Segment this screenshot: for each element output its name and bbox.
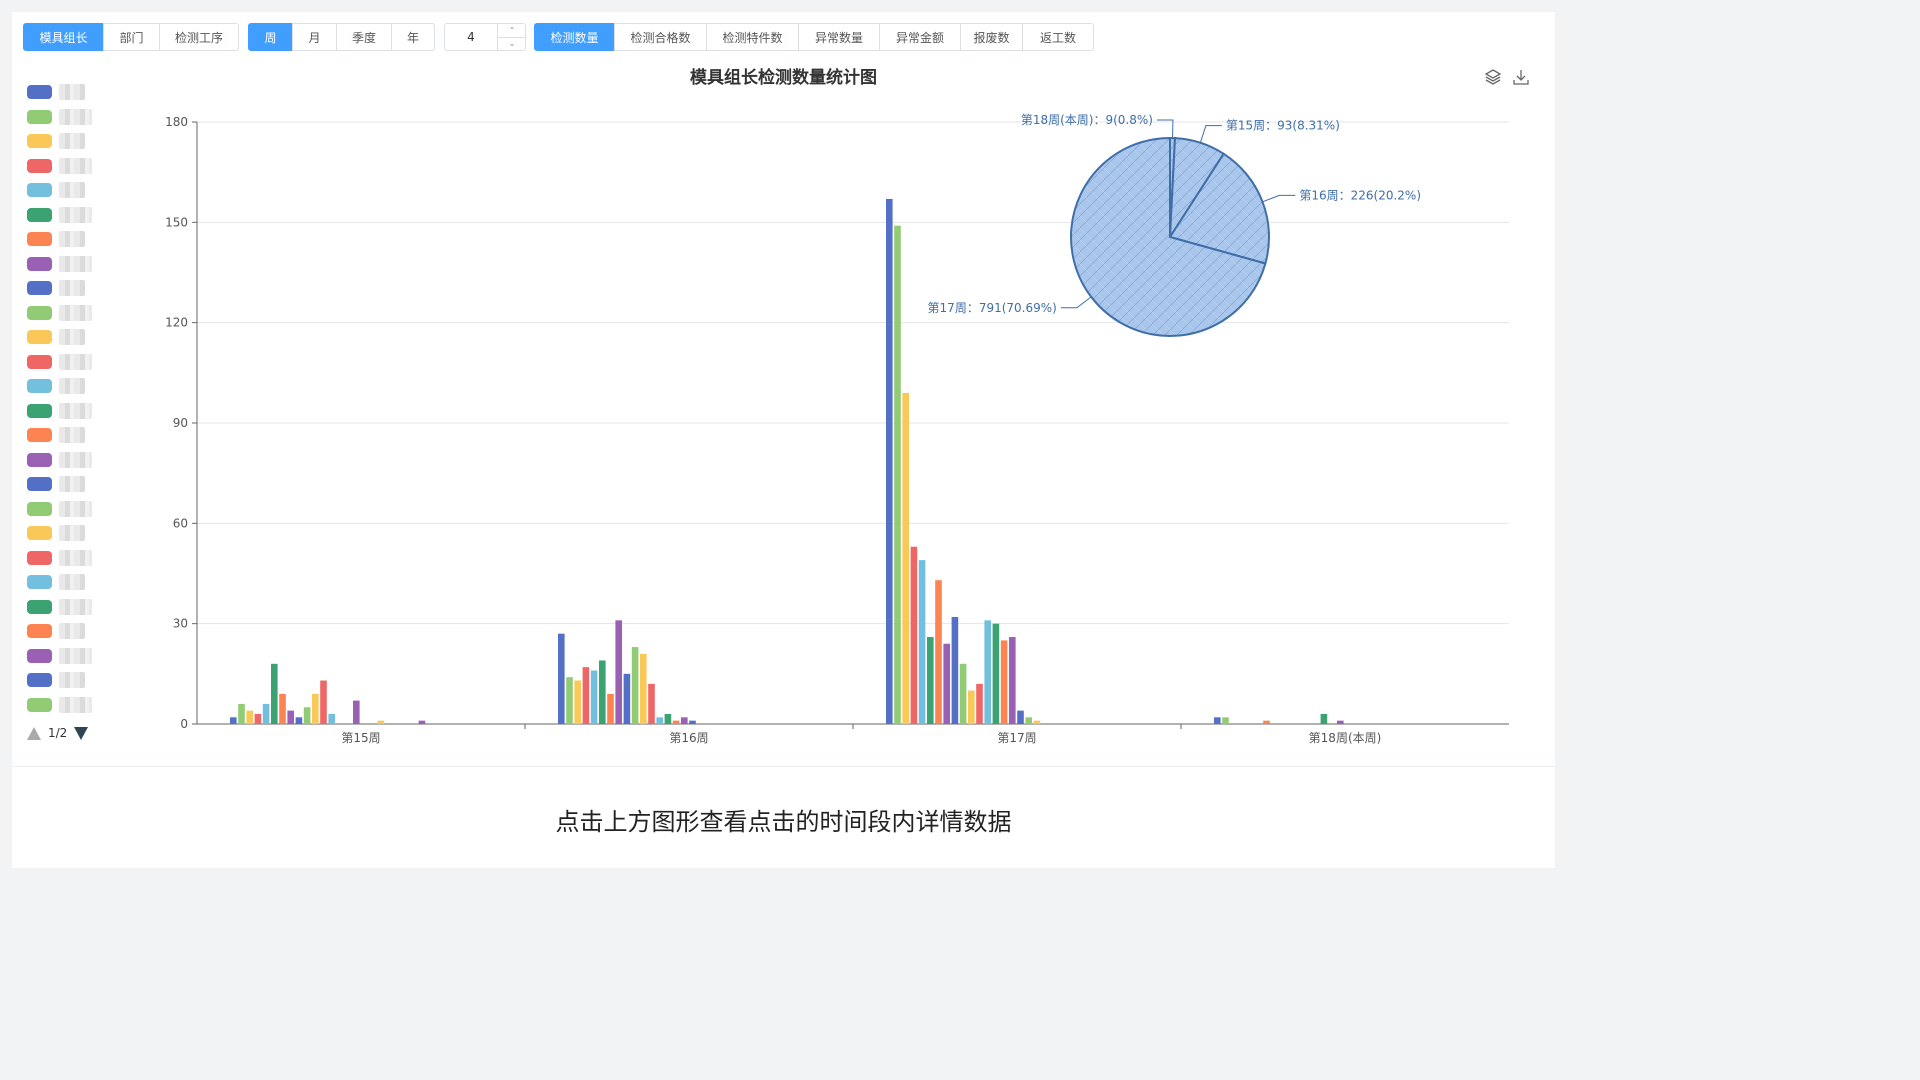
chart-panel: 模具组长 部门 检测工序 周月季度年 4 ⌃ ⌄ 检测数量 检测合格数 检测特件数 异常数…	[12, 12, 1555, 868]
y-tick-label: 90	[173, 416, 188, 430]
bar[interactable]	[1263, 720, 1270, 724]
bar[interactable]	[976, 683, 983, 724]
bar[interactable]	[615, 620, 622, 724]
bar[interactable]	[287, 710, 294, 724]
pie-label: 第16周：226(20.2%)	[1299, 188, 1421, 202]
bar[interactable]	[328, 713, 335, 724]
bar[interactable]	[1009, 637, 1016, 724]
bar[interactable]	[558, 633, 565, 724]
bar[interactable]	[681, 717, 688, 724]
bar[interactable]	[574, 680, 581, 724]
bar[interactable]	[664, 713, 672, 724]
pie-label-line	[1262, 194, 1296, 203]
bar[interactable]	[689, 720, 696, 724]
bar[interactable]	[262, 703, 270, 724]
x-tick-label: 第16周	[669, 731, 708, 745]
bar[interactable]	[599, 660, 606, 724]
y-tick-label: 30	[173, 617, 188, 631]
bar[interactable]	[254, 713, 262, 724]
bar[interactable]	[230, 717, 237, 724]
bar[interactable]	[894, 225, 901, 724]
x-tick-label: 第15周	[341, 731, 380, 745]
bar[interactable]	[238, 703, 245, 724]
x-tick-label: 第17周	[997, 731, 1036, 745]
bar[interactable]	[1025, 717, 1032, 724]
bar[interactable]	[992, 623, 1000, 724]
bar[interactable]	[640, 653, 647, 724]
bar[interactable]	[295, 717, 303, 724]
bar[interactable]	[902, 392, 909, 724]
bar[interactable]	[886, 198, 893, 724]
bar[interactable]	[1000, 640, 1008, 724]
bar[interactable]	[631, 647, 639, 724]
bar[interactable]	[968, 690, 975, 724]
bar[interactable]	[1017, 710, 1024, 724]
y-tick-label: 120	[165, 316, 188, 330]
bar[interactable]	[566, 677, 573, 724]
bar[interactable]	[1214, 717, 1221, 724]
bar[interactable]	[984, 620, 991, 724]
y-tick-label: 0	[180, 717, 188, 731]
bar[interactable]	[279, 693, 286, 724]
bar[interactable]	[623, 673, 631, 724]
pie-label-line	[1156, 119, 1174, 139]
bar[interactable]	[1033, 720, 1041, 724]
bar[interactable]	[582, 667, 590, 724]
bar[interactable]	[672, 720, 680, 724]
bar[interactable]	[418, 720, 426, 724]
bar[interactable]	[943, 643, 950, 724]
x-tick-label: 第18周(本周)	[1309, 731, 1382, 745]
bar[interactable]	[1337, 720, 1344, 724]
bar[interactable]	[377, 720, 385, 724]
pie-label-line	[1060, 296, 1092, 309]
bar[interactable]	[312, 693, 319, 724]
bar[interactable]	[590, 670, 598, 724]
pie-label: 第18周(本周)：9(0.8%)	[1021, 113, 1153, 127]
bar[interactable]	[271, 663, 278, 724]
y-tick-label: 60	[173, 516, 188, 530]
bar[interactable]	[607, 693, 614, 724]
bar[interactable]	[918, 560, 926, 724]
chart-canvas: 0 30 60 90 120 150 180 第15周 第16周 第17周 第18周(本周) 第1…	[165, 113, 1509, 745]
pie-label-line	[1199, 125, 1222, 143]
bar[interactable]	[935, 580, 942, 724]
y-tick-label: 180	[165, 115, 188, 129]
bar[interactable]	[959, 663, 967, 724]
divider	[12, 766, 1555, 767]
pie-label: 第15周：93(8.31%)	[1226, 119, 1340, 133]
bar[interactable]	[656, 717, 663, 724]
bar[interactable]	[303, 707, 311, 724]
y-tick-label: 150	[165, 215, 188, 229]
bar[interactable]	[246, 710, 253, 724]
bar[interactable]	[648, 683, 655, 724]
bar[interactable]	[1222, 717, 1229, 724]
bar[interactable]	[353, 700, 360, 724]
bar[interactable]	[927, 637, 934, 724]
pie-label: 第17周：791(70.69%)	[928, 301, 1057, 315]
hint-text: 点击上方图形查看点击的时间段内详情数据	[555, 808, 1012, 836]
bar[interactable]	[1320, 713, 1328, 724]
bar[interactable]	[951, 616, 959, 724]
bar[interactable]	[320, 680, 327, 724]
bar[interactable]	[910, 546, 918, 724]
